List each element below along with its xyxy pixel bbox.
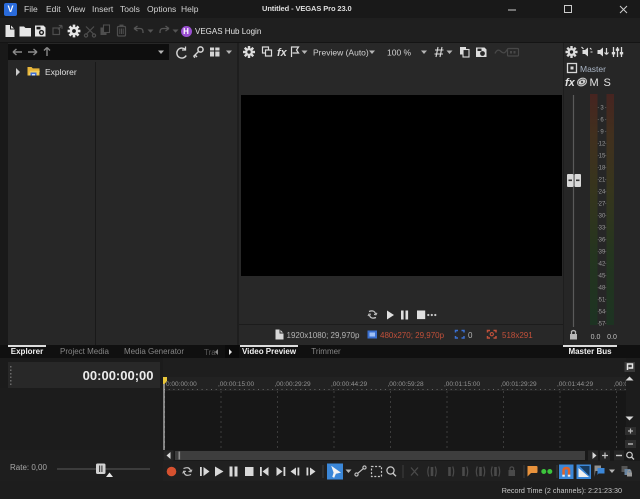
svg-text:57: 57 [599, 321, 606, 327]
svg-text:12: 12 [599, 141, 606, 147]
svg-text:,00:01:44:29: ,00:01:44:29 [557, 381, 594, 388]
svg-text:36: 36 [599, 237, 606, 243]
svg-text:,00:00:59:28: ,00:00:59:28 [388, 381, 425, 388]
svg-text:0: 0 [468, 331, 473, 340]
svg-text:24: 24 [599, 189, 606, 195]
svg-text:,00:01:29:29: ,00:01:29:29 [501, 381, 538, 388]
svg-text:42: 42 [599, 261, 606, 267]
svg-text:480x270; 29,970p: 480x270; 29,970p [380, 331, 445, 340]
svg-text:Preview (Auto): Preview (Auto) [313, 48, 369, 58]
svg-text:51: 51 [599, 297, 606, 303]
svg-text:48: 48 [599, 285, 606, 291]
svg-text:fx: fx [565, 77, 576, 89]
svg-text:39: 39 [599, 249, 606, 255]
svg-text:6: 6 [600, 117, 604, 123]
svg-text:1920x1080; 29,970p: 1920x1080; 29,970p [287, 331, 361, 340]
svg-text:33: 33 [599, 225, 606, 231]
svg-text:M: M [590, 77, 599, 89]
svg-text:27: 27 [599, 201, 606, 207]
svg-text:9: 9 [600, 129, 604, 135]
svg-text:fx: fx [277, 47, 288, 59]
svg-text:54: 54 [599, 309, 606, 315]
svg-text:15: 15 [599, 153, 606, 159]
svg-text:,00:00:15:00: ,00:00:15:00 [218, 381, 255, 388]
svg-text:,00:00:44:29: ,00:00:44:29 [331, 381, 368, 388]
svg-text:,00:00:29:29: ,00:00:29:29 [275, 381, 312, 388]
svg-text:21: 21 [599, 177, 606, 183]
svg-text:0.0: 0.0 [607, 334, 617, 341]
svg-text:0.0: 0.0 [591, 334, 601, 341]
svg-text:518x291: 518x291 [502, 331, 533, 340]
svg-text:45: 45 [599, 273, 606, 279]
svg-text:30: 30 [599, 213, 606, 219]
svg-text:18: 18 [599, 165, 606, 171]
svg-text:Master: Master [580, 64, 606, 74]
svg-text:S: S [604, 77, 611, 89]
svg-text:0:00:00:00: 0:00:00:00 [166, 381, 197, 388]
svg-text:100 %: 100 % [387, 48, 412, 58]
svg-text:,00:01:15:00: ,00:01:15:00 [444, 381, 481, 388]
svg-text:3: 3 [600, 105, 604, 111]
